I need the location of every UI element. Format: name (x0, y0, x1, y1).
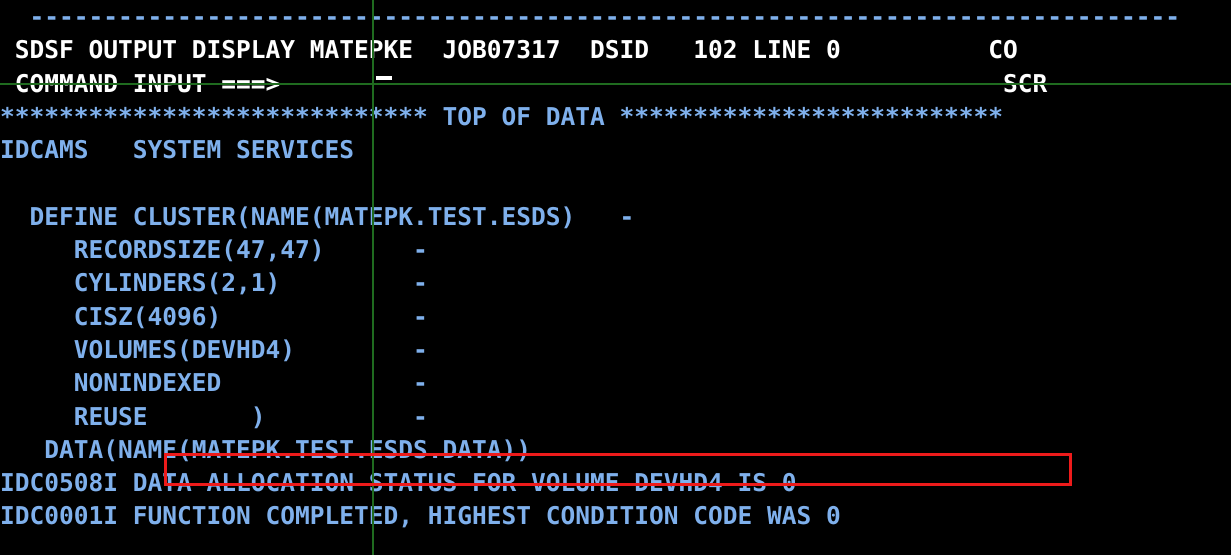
command-input-line[interactable]: COMMAND INPUT ===> SCR (0, 67, 1231, 100)
top-rule-line: ----------------------------------------… (0, 2, 1181, 31)
output-line-7: NONINDEXED - (0, 368, 428, 398)
terminal-text-grid[interactable]: ----------------------------------------… (0, 0, 1231, 555)
header-line: SDSF OUTPUT DISPLAY MATEPKE JOB07317 DSI… (0, 35, 1018, 65)
output-line-2: DEFINE CLUSTER(NAME(MATEPK.TEST.ESDS) - (0, 201, 635, 231)
output-line-1 (0, 166, 1231, 199)
output-line-3: RECORDSIZE(47,47) - (0, 235, 428, 265)
output-line-6: VOLUMES(DEVHD4) - (0, 334, 428, 364)
output-line-8: REUSE ) - (0, 401, 428, 431)
output-line-11: IDC0001I FUNCTION COMPLETED, HIGHEST CON… (0, 501, 841, 531)
top-of-data-banner: ***************************** TOP OF DAT… (0, 101, 1004, 131)
terminal-screen[interactable]: ----------------------------------------… (0, 0, 1231, 555)
output-line-5: CISZ(4096) - (0, 301, 428, 331)
output-line-4: CYLINDERS(2,1) - (0, 268, 428, 298)
output-line-9: DATA(NAME(MATEPK.TEST.ESDS.DATA)) (0, 434, 532, 464)
output-line-10: IDC0508I DATA ALLOCATION STATUS FOR VOLU… (0, 468, 797, 498)
output-line-0: IDCAMS SYSTEM SERVICES (0, 135, 355, 165)
output-line-12 (0, 533, 1231, 555)
text-cursor (376, 76, 392, 80)
